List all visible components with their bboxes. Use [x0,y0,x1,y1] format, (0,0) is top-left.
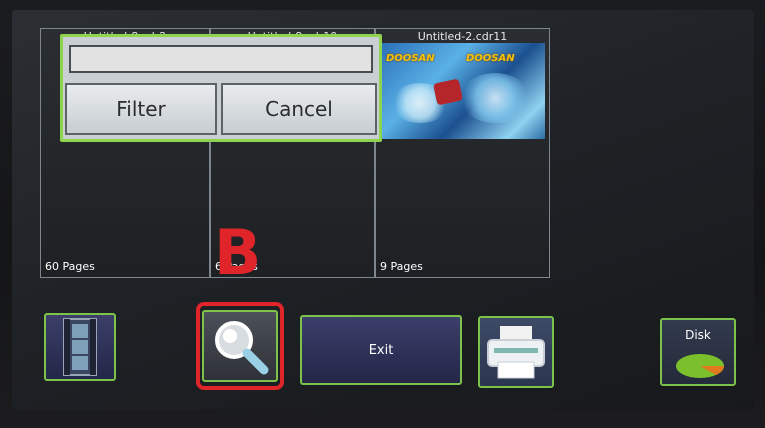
file-tile[interactable]: Untitled-2.cdr11 DOOSAN DOOSAN 9 Pages [375,28,550,278]
page-count: 9 Pages [380,260,423,273]
annotation-letter: B [214,216,262,289]
thumbnail-brand: DOOSAN [386,53,435,64]
print-button[interactable] [478,316,554,388]
filter-button[interactable]: Filter [65,83,217,135]
film-button[interactable] [44,313,116,381]
disk-pie-icon [676,354,725,378]
annotation-highlight [196,302,284,390]
file-title: Untitled-2.cdr11 [417,30,508,43]
page-count: 60 Pages [45,260,95,273]
disk-label: Disk [685,328,711,342]
film-strip-icon [63,318,97,376]
filter-dialog: Filter Cancel [60,34,382,142]
printer-icon [487,326,545,379]
disk-button[interactable]: Disk [660,318,736,386]
exit-button[interactable]: Exit [300,315,462,385]
file-thumbnail: DOOSAN DOOSAN [380,43,545,139]
thumbnail-brand: DOOSAN [466,53,515,64]
cancel-button[interactable]: Cancel [221,83,377,135]
filter-input[interactable] [69,45,373,73]
